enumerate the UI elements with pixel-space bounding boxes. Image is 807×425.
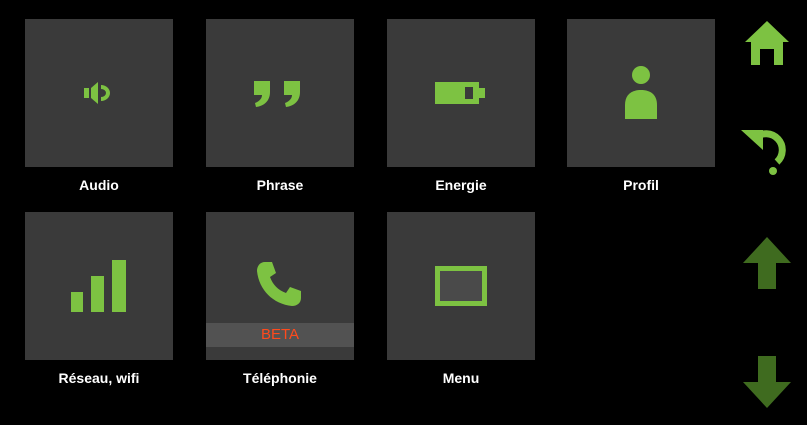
screen-icon	[435, 266, 487, 306]
scroll-up-button[interactable]	[737, 235, 797, 295]
tile-profil-label: Profil	[623, 177, 659, 193]
tile-audio-button[interactable]	[25, 19, 173, 167]
tile-telephonie-button[interactable]: BETA	[206, 212, 354, 360]
tile-phrase[interactable]: Phrase	[206, 19, 354, 193]
tile-reseau-wifi-button[interactable]	[25, 212, 173, 360]
undo-arrow-icon	[737, 118, 797, 183]
tile-energie-button[interactable]	[387, 19, 535, 167]
tile-energie[interactable]: Energie	[387, 19, 535, 193]
tile-phrase-button[interactable]	[206, 19, 354, 167]
quote-icon	[250, 78, 310, 108]
tile-profil[interactable]: Profil	[567, 19, 715, 193]
speaker-icon	[81, 79, 117, 107]
arrow-down-icon	[741, 354, 793, 415]
signal-bars-icon	[71, 260, 127, 312]
arrow-up-icon	[741, 235, 793, 296]
tile-audio-label: Audio	[79, 177, 119, 193]
tile-phrase-label: Phrase	[256, 177, 304, 193]
tile-reseau-wifi-label: Réseau, wifi	[58, 370, 140, 386]
tile-audio[interactable]: Audio	[25, 19, 173, 193]
battery-icon	[435, 80, 487, 106]
tile-telephonie-label: Téléphonie	[243, 370, 317, 386]
tile-profil-button[interactable]	[567, 19, 715, 167]
home-icon	[742, 18, 792, 73]
person-icon	[623, 65, 659, 121]
back-button[interactable]	[737, 120, 797, 180]
scroll-down-button[interactable]	[737, 354, 797, 414]
tile-menu-button[interactable]	[387, 212, 535, 360]
tile-reseau-wifi[interactable]: Réseau, wifi	[25, 212, 173, 386]
home-button[interactable]	[737, 15, 797, 75]
phone-icon	[255, 260, 303, 308]
tile-menu-label: Menu	[442, 370, 480, 386]
tile-menu[interactable]: Menu	[387, 212, 535, 386]
beta-badge: BETA	[206, 323, 354, 347]
tile-energie-label: Energie	[435, 177, 487, 193]
tile-telephonie[interactable]: BETA Téléphonie	[206, 212, 354, 386]
